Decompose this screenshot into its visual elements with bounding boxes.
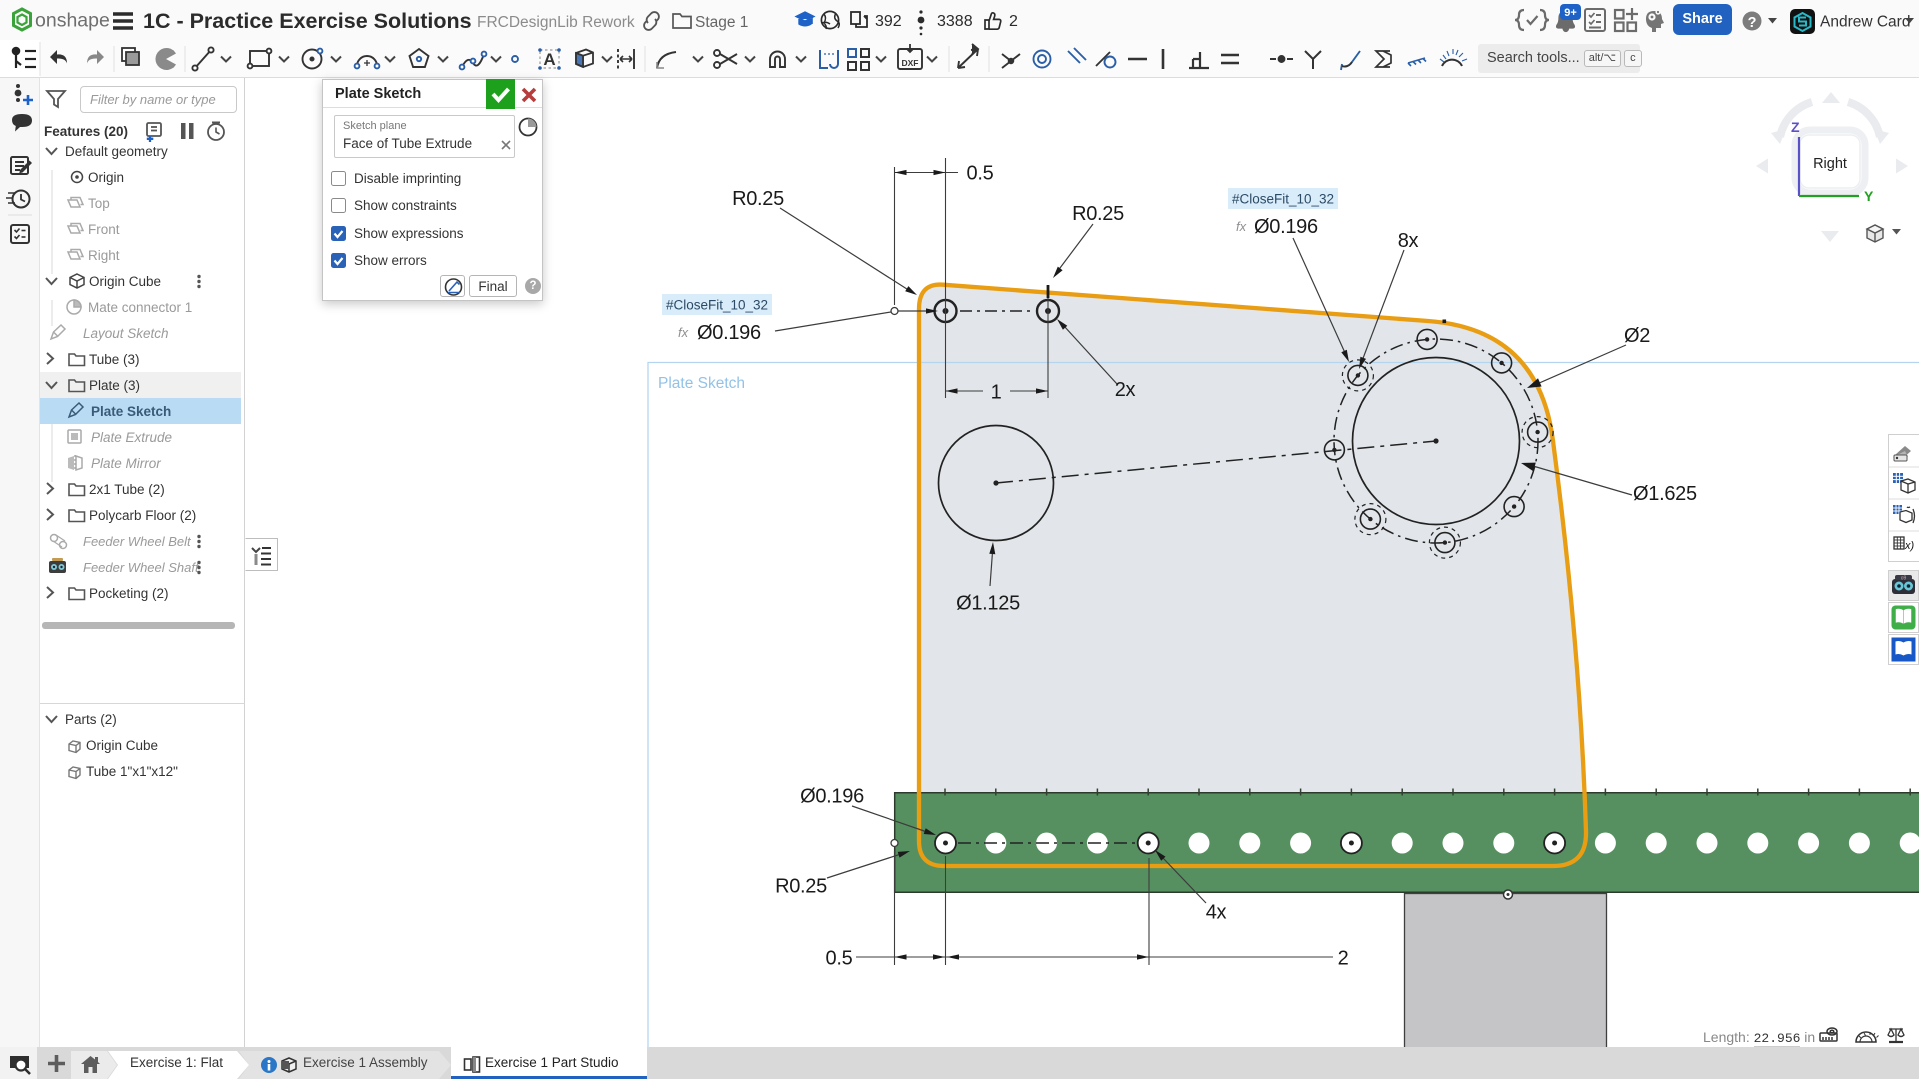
svg-text:Plate Mirror: Plate Mirror: [91, 456, 161, 471]
svg-text:0.5: 0.5: [967, 163, 994, 185]
svg-text:Pocketing (2): Pocketing (2): [89, 586, 169, 601]
svg-text:3388: 3388: [937, 13, 973, 30]
svg-text:Origin: Origin: [88, 170, 124, 185]
svg-text:#CloseFit_10_32: #CloseFit_10_32: [666, 298, 768, 313]
svg-text:R0.25: R0.25: [732, 188, 784, 210]
svg-text:Feeder Wheel Belt: Feeder Wheel Belt: [83, 534, 192, 549]
svg-text:2x: 2x: [1115, 379, 1136, 401]
svg-text:9+: 9+: [1564, 7, 1577, 19]
svg-text:Plate (3): Plate (3): [89, 378, 140, 393]
svg-text:Default geometry: Default geometry: [65, 144, 168, 159]
svg-text:Layout Sketch: Layout Sketch: [83, 326, 169, 341]
svg-text:R0.25: R0.25: [1072, 203, 1124, 225]
svg-text:#CloseFit_10_32: #CloseFit_10_32: [1232, 192, 1334, 207]
svg-text:Z: Z: [1791, 119, 1800, 135]
svg-text:Right: Right: [88, 248, 120, 263]
svg-text:Polycarb Floor (2): Polycarb Floor (2): [89, 508, 196, 523]
svg-text:fx: fx: [678, 325, 689, 340]
svg-text:x): x): [1904, 540, 1915, 552]
svg-text:392: 392: [875, 13, 902, 30]
svg-text:0.5: 0.5: [826, 948, 853, 970]
svg-text:Tube 1"x1"x12": Tube 1"x1"x12": [86, 764, 178, 779]
svg-text:?: ?: [1748, 15, 1757, 31]
svg-text:Ø0.196: Ø0.196: [1254, 216, 1318, 238]
svg-text:R0.25: R0.25: [775, 876, 827, 898]
svg-text:o9: o9: [1901, 576, 1907, 582]
svg-text:1: 1: [991, 382, 1002, 404]
svg-text:Mate connector 1: Mate connector 1: [88, 300, 192, 315]
svg-text:Ø0.196: Ø0.196: [697, 322, 761, 344]
svg-text:4x: 4x: [1206, 902, 1227, 924]
svg-text:Ø2: Ø2: [1624, 325, 1650, 347]
svg-text:Stage 1: Stage 1: [695, 14, 748, 31]
svg-text:Feeder Wheel Shaft: Feeder Wheel Shaft: [83, 560, 200, 575]
svg-text:Y: Y: [1864, 188, 1874, 204]
svg-text:8x: 8x: [1398, 230, 1419, 252]
svg-text:Front: Front: [88, 222, 120, 237]
svg-text:Right: Right: [1813, 156, 1847, 172]
svg-text:Origin Cube: Origin Cube: [89, 274, 161, 289]
svg-text:Top: Top: [88, 196, 110, 211]
svg-text:DXF: DXF: [902, 58, 919, 68]
svg-text:Origin Cube: Origin Cube: [86, 738, 158, 753]
svg-text:Plate Sketch: Plate Sketch: [658, 375, 745, 392]
svg-text:2x1 Tube (2): 2x1 Tube (2): [89, 482, 165, 497]
svg-text:2: 2: [1338, 948, 1349, 970]
svg-text:Andrew Card: Andrew Card: [1820, 14, 1910, 31]
svg-text:onshape: onshape: [35, 10, 110, 32]
svg-text:Plate Sketch: Plate Sketch: [91, 404, 171, 419]
svg-text:Ø1.125: Ø1.125: [956, 593, 1020, 615]
svg-text:FRCDesignLib Rework: FRCDesignLib Rework: [477, 14, 635, 31]
svg-text:1C - Practice Exercise Solutio: 1C - Practice Exercise Solutions: [143, 9, 472, 33]
svg-text:2: 2: [1009, 13, 1018, 30]
svg-text:Plate Extrude: Plate Extrude: [91, 430, 172, 445]
svg-text:fx: fx: [1236, 219, 1247, 234]
svg-text:A: A: [543, 50, 555, 69]
svg-text:Parts (2): Parts (2): [65, 712, 117, 727]
svg-text:Ø1.625: Ø1.625: [1633, 483, 1697, 505]
svg-text:Ø0.196: Ø0.196: [800, 786, 864, 808]
svg-text:Tube (3): Tube (3): [89, 352, 140, 367]
